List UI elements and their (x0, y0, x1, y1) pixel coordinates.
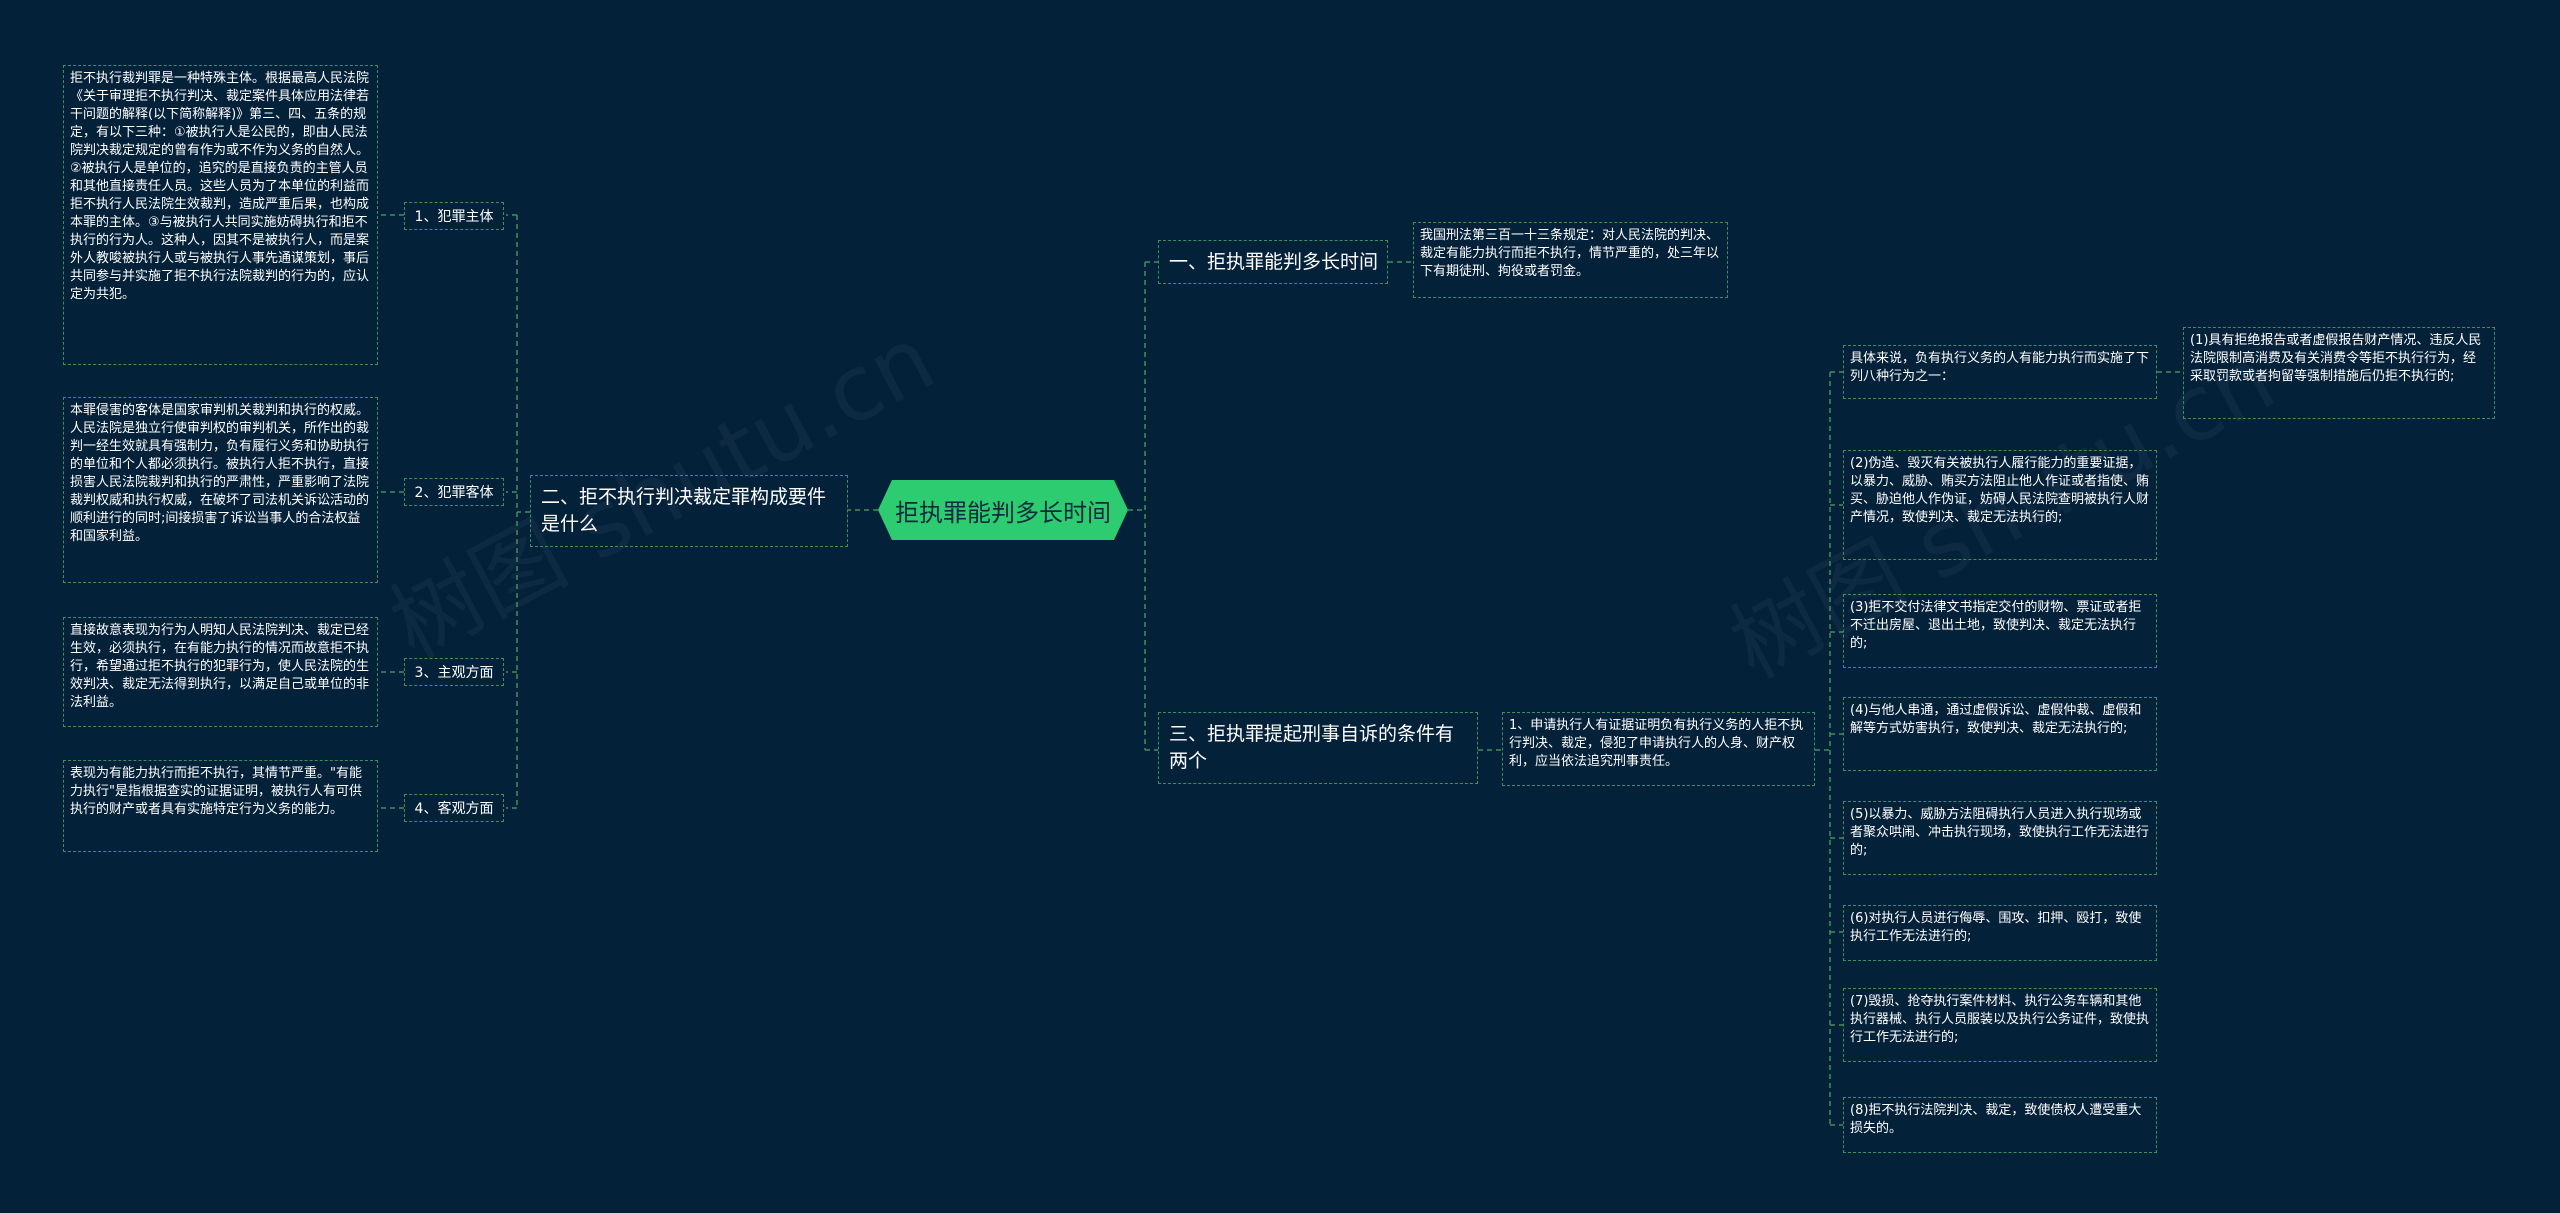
element-label-object[interactable]: 2、犯罪客体 (404, 478, 504, 506)
condition-item-7: (7)毁损、抢夺执行案件材料、执行公务车辆和其他执行器械、执行人员服装以及执行公… (1843, 988, 2157, 1062)
condition-item-2: (2)伪造、毁灭有关被执行人履行能力的重要证据，以暴力、威胁、贿买方法阻止他人作… (1843, 450, 2157, 560)
condition-item-3: (3)拒不交付法律文书指定交付的财物、票证或者拒不迁出房屋、退出土地，致使判决、… (1843, 594, 2157, 668)
condition-one: 1、申请执行人有证据证明负有执行义务的人拒不执行判决、裁定，侵犯了申请执行人的人… (1502, 712, 1815, 786)
element-text-object: 本罪侵害的客体是国家审判机关裁判和执行的权威。人民法院是独立行使审判权的审判机关… (63, 397, 378, 583)
condition-intro: 具体来说，负有执行义务的人有能力执行而实施了下列八种行为之一： (1843, 345, 2157, 399)
element-text-subject: 拒不执行裁判罪是一种特殊主体。根据最高人民法院《关于审理拒不执行判决、裁定案件具… (63, 65, 378, 365)
element-label-subjective[interactable]: 3、主观方面 (404, 658, 504, 686)
branch-composition-elements[interactable]: 二、拒不执行判决裁定罪构成要件是什么 (530, 475, 848, 547)
element-text-objective: 表现为有能力执行而拒不执行，其情节严重。"有能力执行"是指根据查实的证据证明，被… (63, 760, 378, 852)
condition-item-6: (6)对执行人员进行侮辱、围攻、扣押、殴打，致使执行工作无法进行的; (1843, 905, 2157, 961)
branch-sentence-length[interactable]: 一、拒执罪能判多长时间 (1158, 240, 1388, 284)
root-node[interactable]: 拒执罪能判多长时间 (878, 480, 1128, 540)
sentence-length-note: 我国刑法第三百一十三条规定：对人民法院的判决、裁定有能力执行而拒不执行，情节严重… (1413, 222, 1728, 298)
element-label-objective[interactable]: 4、客观方面 (404, 794, 504, 822)
branch-private-prosecution[interactable]: 三、拒执罪提起刑事自诉的条件有两个 (1158, 712, 1478, 784)
element-label-subject[interactable]: 1、犯罪主体 (404, 202, 504, 230)
connector-lines (378, 214, 2183, 1126)
condition-item-1: (1)具有拒绝报告或者虚假报告财产情况、违反人民法院限制高消费及有关消费令等拒不… (2183, 327, 2495, 419)
mindmap-canvas: 树图 shutu.cn 树图 shutu.cn (0, 0, 2560, 1213)
condition-item-4: (4)与他人串通，通过虚假诉讼、虚假仲裁、虚假和解等方式妨害执行，致使判决、裁定… (1843, 697, 2157, 771)
condition-item-8: (8)拒不执行法院判决、裁定，致使债权人遭受重大损失的。 (1843, 1097, 2157, 1153)
condition-item-5: (5)以暴力、威胁方法阻碍执行人员进入执行现场或者聚众哄闹、冲击执行现场，致使执… (1843, 801, 2157, 875)
element-text-subjective: 直接故意表现为行为人明知人民法院判决、裁定已经生效，必须执行，在有能力执行的情况… (63, 617, 378, 727)
